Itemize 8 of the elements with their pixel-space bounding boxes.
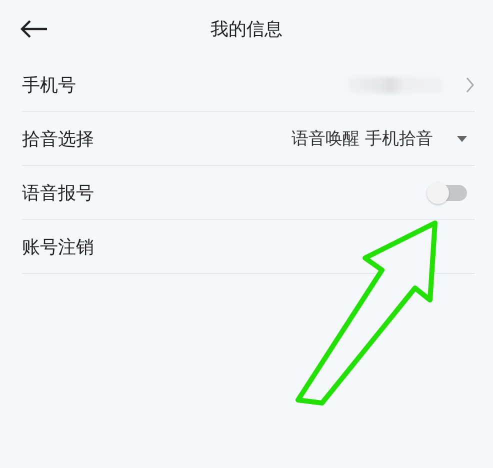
- setting-label[interactable]: 手机号: [22, 72, 338, 96]
- back-arrow-icon[interactable]: [20, 20, 48, 38]
- select-value[interactable]: 语音唤醒 手机拾音: [292, 127, 433, 150]
- dropdown-caret-icon[interactable]: [457, 136, 467, 142]
- setting-label[interactable]: 拾音选择: [22, 126, 282, 150]
- setting-label[interactable]: 账号注销: [22, 234, 475, 258]
- setting-label[interactable]: 语音报号: [22, 180, 421, 204]
- page-title: 我的信息: [210, 18, 282, 41]
